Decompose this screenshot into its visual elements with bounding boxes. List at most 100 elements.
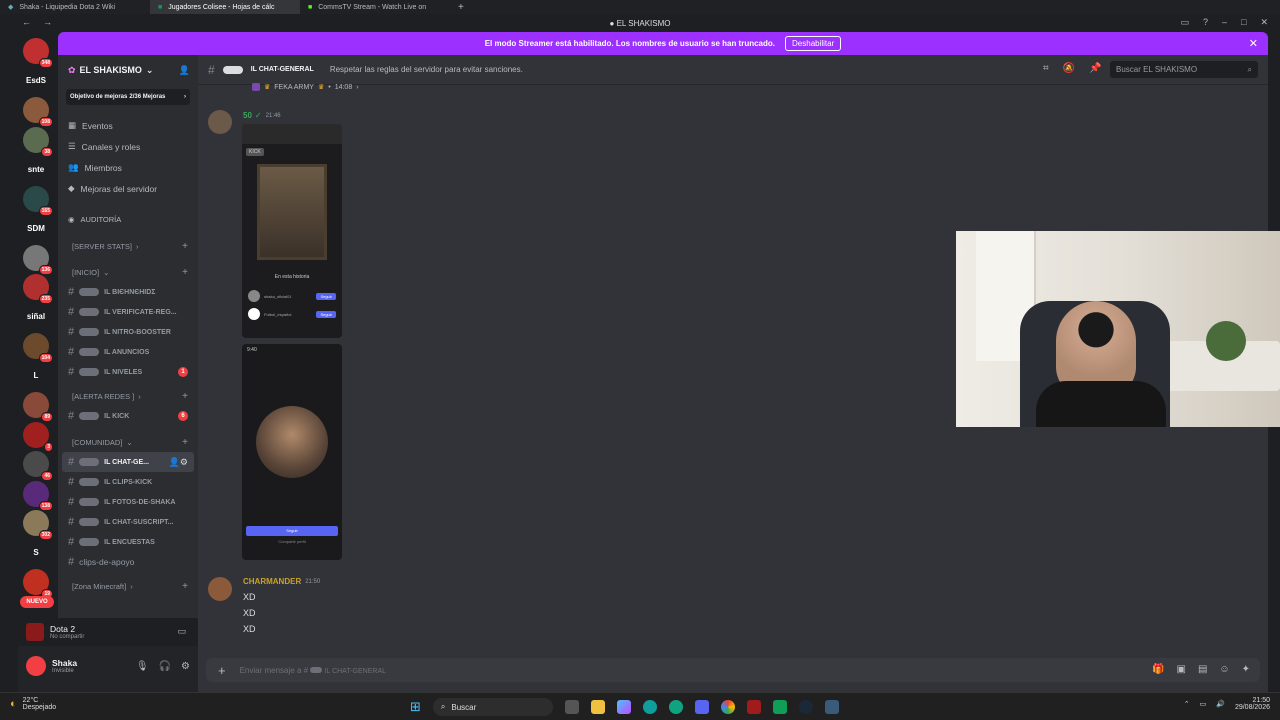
- server-icon[interactable]: SDM: [23, 215, 49, 241]
- new-badge[interactable]: NUEVO: [20, 596, 54, 608]
- category-comunidad[interactable]: [COMUNIDAD] ⌄ +: [58, 432, 198, 452]
- file-explorer-icon[interactable]: [590, 700, 605, 714]
- sheets-icon[interactable]: [772, 700, 787, 714]
- sticker-icon[interactable]: ▤: [1198, 664, 1207, 675]
- network-icon[interactable]: ▭: [1200, 700, 1207, 708]
- message-author[interactable]: 50: [243, 111, 252, 120]
- server-icon[interactable]: 235: [23, 274, 53, 304]
- add-channel-icon[interactable]: +: [182, 241, 188, 252]
- add-attachment-icon[interactable]: +: [218, 663, 226, 678]
- copilot-icon[interactable]: [616, 700, 631, 714]
- server-icon[interactable]: 165: [23, 185, 53, 216]
- channel-item[interactable]: # ıl fotos-de-shaka: [58, 492, 198, 512]
- channel-item[interactable]: # ıl clips-kick: [58, 472, 198, 492]
- chevron-up-icon[interactable]: ⌃: [1184, 700, 1190, 708]
- channel-topic[interactable]: Respetar las reglas del servidor para ev…: [330, 65, 523, 74]
- server-icon[interactable]: 104: [23, 333, 53, 363]
- menu-audit[interactable]: ◉ Auditoría: [58, 209, 198, 230]
- add-channel-icon[interactable]: +: [182, 391, 188, 402]
- pin-icon[interactable]: 📌: [1089, 63, 1101, 74]
- add-channel-icon[interactable]: +: [182, 437, 188, 448]
- new-tab-icon[interactable]: +: [458, 2, 464, 13]
- dota-icon[interactable]: [746, 700, 761, 714]
- search-input[interactable]: Buscar EL SHAKISMO ⌕: [1110, 61, 1258, 78]
- channel-item[interactable]: # ıl niveles 1: [58, 362, 198, 382]
- weather-widget[interactable]: ◐ 22°C Despejado: [10, 697, 56, 711]
- add-channel-icon[interactable]: +: [182, 267, 188, 278]
- server-icon[interactable]: siñal: [23, 303, 49, 330]
- image-attachment[interactable]: 9:40 Seguir Compartir perfil: [242, 344, 342, 560]
- boost-goal[interactable]: Objetivo de mejoras 2/36 Mejoras ›: [66, 89, 190, 105]
- avatar[interactable]: [26, 656, 46, 676]
- server-icon[interactable]: 46: [23, 451, 53, 481]
- category-inicio[interactable]: [INICIO] ⌄ +: [58, 262, 198, 282]
- maximize-icon[interactable]: □: [1241, 17, 1246, 28]
- channel-item[interactable]: # ıl encuestas: [58, 532, 198, 552]
- activity-status[interactable]: Dota 2 No compartir ▭: [18, 618, 198, 646]
- channel-item[interactable]: # ıl kick 6: [58, 406, 198, 426]
- close-banner-icon[interactable]: ✕: [1249, 37, 1258, 50]
- browser-tab-active[interactable]: ■ Jugadores Colisee - Hojas de cálc: [150, 0, 300, 14]
- calculator-icon[interactable]: [824, 700, 839, 714]
- screen-share-icon[interactable]: ▭: [177, 626, 186, 637]
- add-channel-icon[interactable]: +: [182, 581, 188, 592]
- server-icon[interactable]: 38: [23, 126, 53, 157]
- gif-icon[interactable]: ▣: [1176, 664, 1185, 675]
- add-member-icon[interactable]: 👤: [179, 65, 190, 76]
- server-icon[interactable]: 89: [23, 392, 53, 422]
- menu-server-boosts[interactable]: ◆ Mejoras del servidor: [58, 178, 198, 199]
- avatar[interactable]: [208, 110, 232, 134]
- close-icon[interactable]: ✕: [1260, 17, 1268, 28]
- channel-item[interactable]: # ıl nitro-booster: [58, 322, 198, 342]
- disable-streamer-button[interactable]: Deshabilitar: [785, 36, 842, 51]
- inbox-icon[interactable]: ▭: [1180, 17, 1189, 28]
- avatar[interactable]: [208, 577, 232, 601]
- threads-icon[interactable]: ⌗: [1043, 63, 1049, 74]
- browser-tab[interactable]: ■ CommsTV Stream - Watch Live on: [300, 0, 450, 14]
- server-icon[interactable]: 3: [23, 421, 53, 452]
- apps-icon[interactable]: ✦: [1242, 664, 1250, 675]
- channel-item[interactable]: # ıl anuncios: [58, 342, 198, 362]
- category-server-stats[interactable]: [SERVER STATS] › +: [58, 236, 198, 256]
- discord-icon[interactable]: [694, 700, 709, 714]
- message-composer[interactable]: + Enviar mensaje a # ıl chat-general 🎁 ▣…: [206, 658, 1260, 682]
- server-icon[interactable]: 136: [23, 244, 53, 275]
- gear-icon[interactable]: ⚙: [181, 661, 190, 672]
- channel-item[interactable]: # ıl chat-suscript...: [58, 512, 198, 532]
- steam-icon[interactable]: [798, 700, 813, 714]
- reply-reference[interactable]: ♛ FEKA ARMY ♛ • 14:08 ›: [252, 83, 359, 91]
- server-icon[interactable]: L: [23, 362, 49, 389]
- gear-icon[interactable]: 👤⚙: [169, 457, 188, 468]
- mute-bell-icon[interactable]: 🔕: [1063, 63, 1075, 74]
- server-icon[interactable]: S: [23, 539, 49, 566]
- channel-item[interactable]: # ıl chat-ge... 👤⚙: [62, 452, 194, 472]
- minimize-icon[interactable]: –: [1222, 17, 1227, 28]
- menu-events[interactable]: ▦ Eventos: [58, 115, 198, 136]
- message-author[interactable]: CHARMANDER: [243, 577, 301, 586]
- taskbar-search[interactable]: ⌕ Buscar: [432, 698, 553, 716]
- channel-item[interactable]: # clips-de-apoyo: [58, 552, 198, 572]
- channel-item[interactable]: # ıl verificate-reg...: [58, 302, 198, 322]
- category-alerta-redes[interactable]: [ALERTA REDES ] › +: [58, 386, 198, 406]
- image-attachment[interactable]: KICK En esta historia shaka_oficial01 Se…: [242, 124, 342, 338]
- server-icon[interactable]: 348: [23, 38, 53, 68]
- menu-members[interactable]: 👥 Miembros: [58, 157, 198, 178]
- server-icon[interactable]: 302: [23, 510, 53, 540]
- task-view-icon[interactable]: [564, 700, 579, 714]
- volume-icon[interactable]: 🔊: [1216, 700, 1225, 708]
- emoji-icon[interactable]: ☺: [1219, 664, 1229, 675]
- edge-icon[interactable]: [642, 700, 657, 714]
- microphone-icon[interactable]: 🎙: [136, 661, 149, 672]
- help-icon[interactable]: ?: [1203, 17, 1208, 28]
- chrome-icon[interactable]: [720, 700, 735, 714]
- windows-start-icon[interactable]: ⊞: [410, 699, 421, 715]
- headphones-icon[interactable]: 🎧: [159, 661, 171, 672]
- browser-tab[interactable]: ◆ Shaka - Liquipedia Dota 2 Wiki: [0, 0, 150, 14]
- channel-item[interactable]: # ıl вιєηνєηιdσ: [58, 282, 198, 302]
- gift-icon[interactable]: 🎁: [1152, 664, 1164, 675]
- server-icon[interactable]: 138: [23, 480, 53, 511]
- server-icon[interactable]: snte: [23, 156, 49, 182]
- server-icon[interactable]: 108: [23, 97, 53, 127]
- menu-channels-roles[interactable]: ☰ Canales y roles: [58, 136, 198, 157]
- category-zona-minecraft[interactable]: [Zona Minecraft] › +: [58, 576, 198, 596]
